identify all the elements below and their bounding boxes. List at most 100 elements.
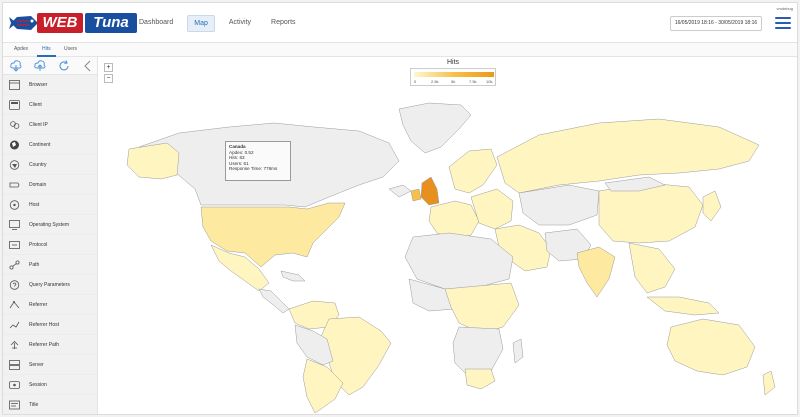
referrer-host-icon: [9, 321, 20, 329]
legend-tick: 0: [414, 79, 417, 84]
region-central-asia: [518, 184, 600, 226]
sidebar-item-server[interactable]: Server: [3, 355, 97, 375]
refresh-icon[interactable]: [58, 60, 70, 72]
legend-gradient: [414, 72, 494, 77]
country-united-kingdom: [420, 176, 440, 206]
dimension-sidebar: Browser Client Client IP Continent Country Do…: [3, 57, 98, 414]
region-central-africa: [444, 282, 520, 334]
domain-icon: [9, 182, 20, 188]
metric-tabs: Apdex Hits Users: [3, 43, 797, 57]
legend-bar: 0 2.5k 5k 7.5k 10k: [410, 68, 496, 86]
session-icon: [9, 381, 20, 389]
sidebar-item-referrer-path[interactable]: Referrer Path: [3, 335, 97, 355]
country-madagascar: [512, 338, 524, 364]
sidebar-item-protocol[interactable]: Protocol: [3, 235, 97, 255]
tooltip-response-time: Response Time: 778ms: [229, 166, 278, 172]
sidebar-item-title[interactable]: Title: [3, 395, 97, 414]
hits-legend: Hits 0 2.5k 5k 7.5k 10k: [409, 59, 497, 93]
region-caribbean: [280, 270, 306, 282]
sidebar-item-label: Client IP: [29, 122, 48, 128]
sidebar-item-query-parameters[interactable]: Query Parameters: [3, 275, 97, 295]
client-ip-icon: [10, 121, 20, 129]
sidebar-item-label: Session: [29, 382, 47, 388]
sidebar-item-browser[interactable]: Browser: [3, 75, 97, 95]
server-icon: [9, 360, 20, 370]
username-label[interactable]: vmdebug: [777, 6, 793, 11]
title-icon: [9, 400, 20, 410]
sidebar-item-label: Referrer Host: [29, 322, 60, 328]
tab-hits[interactable]: Hits: [37, 45, 56, 57]
tab-users[interactable]: Users: [59, 45, 82, 55]
collapse-chevron-icon[interactable]: [82, 60, 94, 72]
sidebar-item-country[interactable]: Country: [3, 155, 97, 175]
sidebar-item-domain[interactable]: Domain: [3, 175, 97, 195]
sidebar-item-label: Referrer: [29, 302, 48, 308]
sidebar-item-client[interactable]: Client: [3, 95, 97, 115]
monitor-icon: [9, 220, 20, 230]
sidebar-toolbar: [3, 57, 97, 75]
sidebar-item-path[interactable]: Path: [3, 255, 97, 275]
host-icon: [9, 200, 20, 210]
region-southeast-asia: [628, 242, 676, 294]
country-india: [576, 246, 616, 298]
country-tooltip: Canada Apdex: 0.52 Hits: 63 Users: 61 Re…: [225, 141, 291, 181]
country-south-africa: [464, 368, 496, 390]
sidebar-item-label: Domain: [29, 182, 47, 188]
sidebar-item-continent[interactable]: Continent: [3, 135, 97, 155]
sidebar-item-host[interactable]: Host: [3, 195, 97, 215]
sidebar-item-label: Continent: [29, 142, 51, 148]
protocol-icon: [9, 241, 20, 249]
region-scandinavia: [448, 148, 498, 194]
cloud-upload-icon[interactable]: [34, 60, 46, 72]
path-icon: [9, 260, 20, 270]
sidebar-item-label: Referrer Path: [29, 342, 60, 348]
country-greenland: [398, 102, 472, 154]
referrer-icon: [9, 301, 20, 309]
sidebar-item-label: Protocol: [29, 242, 48, 248]
tab-apdex[interactable]: Apdex: [9, 45, 33, 55]
logo-tuna-text: Tuna: [85, 13, 137, 33]
referrer-path-icon: [10, 340, 19, 349]
zoom-in-button[interactable]: +: [104, 63, 113, 72]
sidebar-item-referrer-host[interactable]: Referrer Host: [3, 315, 97, 335]
sidebar-item-label: Host: [29, 202, 40, 208]
sidebar-list: Browser Client Client IP Continent Country Do…: [3, 75, 97, 414]
nav-dashboard[interactable]: Dashboard: [133, 15, 179, 32]
world-map-panel[interactable]: + − Hits 0 2.5k 5k 7.5k 10k Canada Apdex…: [99, 57, 798, 415]
question-icon: [9, 280, 20, 290]
sidebar-item-label: Query Parameters: [29, 282, 70, 288]
main-nav: Dashboard Map Activity Reports: [133, 15, 310, 32]
webtuna-logo[interactable]: WEB Tuna: [9, 11, 137, 35]
country-china: [598, 182, 704, 244]
country-indonesia: [646, 296, 720, 316]
fish-logo-icon: [9, 16, 38, 30]
sidebar-item-label: Title: [29, 402, 39, 408]
legend-tick: 10k: [486, 79, 493, 84]
nav-reports[interactable]: Reports: [265, 15, 302, 32]
logo-web-text: WEB: [37, 13, 83, 33]
legend-ticks: 0 2.5k 5k 7.5k 10k: [411, 79, 497, 85]
sidebar-item-label: Country: [29, 162, 47, 168]
legend-title: Hits: [446, 59, 460, 66]
sidebar-item-label: Operating System: [29, 222, 70, 228]
sidebar-item-label: Client: [29, 102, 42, 108]
nav-map[interactable]: Map: [187, 15, 215, 32]
world-map[interactable]: [99, 57, 798, 415]
date-range-picker[interactable]: 16/05/2019 18:16 - 30/05/2019 18:16: [670, 16, 762, 31]
hamburger-menu-icon[interactable]: [775, 17, 791, 29]
globe-icon: [10, 140, 19, 150]
sidebar-item-referrer[interactable]: Referrer: [3, 295, 97, 315]
country-australia: [666, 318, 756, 376]
client-icon: [9, 100, 20, 110]
sidebar-item-session[interactable]: Session: [3, 375, 97, 395]
region-japan-korea: [702, 190, 722, 222]
country-icon: [9, 160, 20, 170]
zoom-out-button[interactable]: −: [104, 74, 113, 83]
region-north-africa: [404, 232, 514, 290]
nav-activity[interactable]: Activity: [223, 15, 257, 32]
country-ireland: [410, 188, 422, 202]
sidebar-item-operating-system[interactable]: Operating System: [3, 215, 97, 235]
country-iceland: [388, 184, 412, 198]
sidebar-item-client-ip[interactable]: Client IP: [3, 115, 97, 135]
cloud-download-icon[interactable]: [10, 60, 22, 72]
